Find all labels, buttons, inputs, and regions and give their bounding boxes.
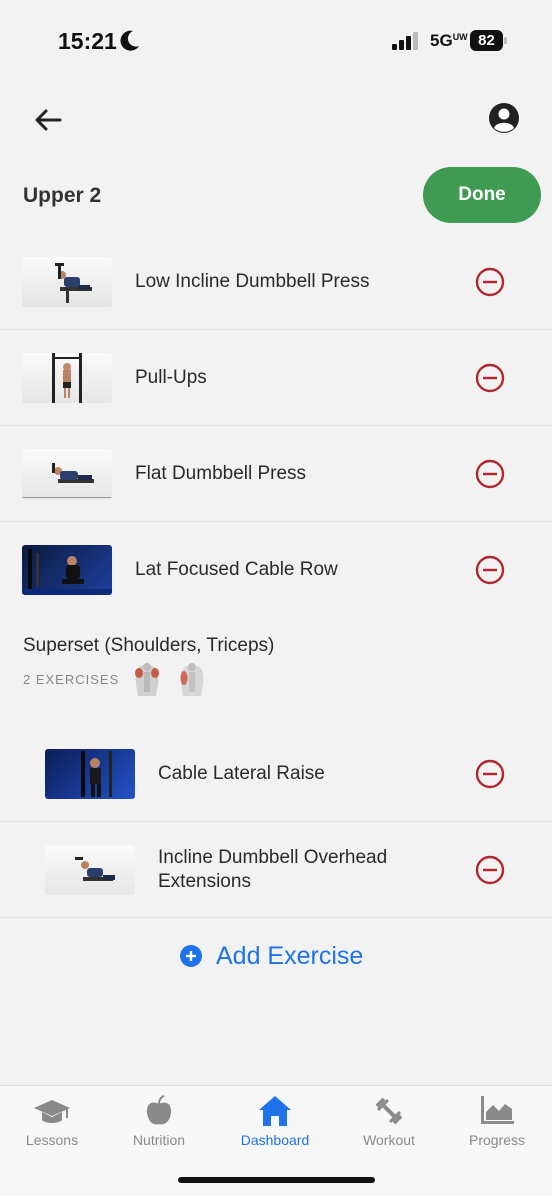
back-arrow-icon[interactable]	[30, 102, 66, 138]
exercise-thumbnail	[22, 257, 112, 307]
remove-circle-icon[interactable]	[475, 855, 505, 885]
exercise-row[interactable]: Flat Dumbbell Press	[0, 426, 552, 522]
tab-nutrition[interactable]: Nutrition	[104, 1086, 214, 1156]
tab-workout[interactable]: Workout	[334, 1086, 444, 1156]
plus-circle-icon	[180, 945, 202, 967]
exercise-row[interactable]: Lat Focused Cable Row	[0, 522, 552, 618]
chart-icon	[481, 1096, 514, 1124]
remove-circle-icon[interactable]	[475, 555, 505, 585]
exercise-name: Cable Lateral Raise	[158, 763, 325, 784]
triceps-muscle-icon	[180, 663, 204, 696]
tab-label: Lessons	[25, 1132, 79, 1148]
tab-progress[interactable]: Progress	[442, 1086, 552, 1156]
profile-icon[interactable]	[488, 102, 520, 134]
superset-exercise-row[interactable]: Cable Lateral Raise	[0, 726, 552, 822]
exercise-thumbnail	[45, 749, 135, 799]
graduation-cap-icon	[34, 1100, 70, 1123]
exercise-thumbnail	[22, 545, 112, 595]
exercise-name: Flat Dumbbell Press	[135, 463, 307, 484]
done-button[interactable]: Done	[423, 167, 541, 223]
dumbbell-icon	[375, 1097, 403, 1125]
tab-lessons[interactable]: Lessons	[0, 1086, 107, 1156]
apple-icon	[146, 1095, 172, 1125]
exercise-thumbnail	[22, 449, 112, 499]
remove-circle-icon[interactable]	[475, 459, 505, 489]
tab-label: Workout	[363, 1132, 415, 1148]
superset-exercise-count: 2 EXERCISES	[23, 672, 120, 687]
exercise-name: Low Incline Dumbbell Press	[135, 271, 370, 292]
network-type: 5GUW	[430, 31, 468, 50]
add-exercise-button[interactable]: Add Exercise	[180, 938, 363, 974]
add-exercise-label: Add Exercise	[216, 941, 364, 970]
exercise-name: Incline Dumbbell Overhead Extensions	[158, 847, 388, 892]
home-indicator	[178, 1177, 375, 1183]
tab-dashboard[interactable]: Dashboard	[220, 1086, 330, 1156]
moon-icon	[120, 30, 139, 51]
remove-circle-icon[interactable]	[475, 363, 505, 393]
battery-level: 82	[470, 30, 503, 51]
exercise-name: Pull-Ups	[135, 367, 207, 388]
status-bar: 15:21 5GUW 82	[0, 0, 552, 80]
remove-circle-icon[interactable]	[475, 759, 505, 789]
exercise-thumbnail	[45, 845, 135, 895]
workout-title: Upper 2	[23, 184, 102, 207]
exercise-name: Lat Focused Cable Row	[135, 559, 338, 580]
top-nav-bar	[0, 80, 552, 156]
exercise-row[interactable]: Pull-Ups	[0, 330, 552, 426]
cellular-signal-icon	[392, 32, 418, 50]
shoulder-muscle-icon	[135, 663, 159, 696]
tab-label: Progress	[468, 1132, 526, 1148]
battery-tip	[504, 37, 507, 44]
workout-header: Upper 2 Done	[0, 156, 552, 236]
exercise-row[interactable]: Low Incline Dumbbell Press	[0, 234, 552, 330]
home-icon	[259, 1096, 291, 1126]
remove-circle-icon[interactable]	[475, 267, 505, 297]
tab-label: Nutrition	[132, 1132, 186, 1148]
superset-title: Superset (Shoulders, Triceps)	[23, 635, 275, 656]
superset-exercise-row[interactable]: Incline Dumbbell Overhead Extensions	[0, 822, 552, 918]
tab-label: Dashboard	[240, 1132, 310, 1148]
status-time: 15:21	[58, 28, 117, 54]
exercise-thumbnail	[22, 353, 112, 403]
